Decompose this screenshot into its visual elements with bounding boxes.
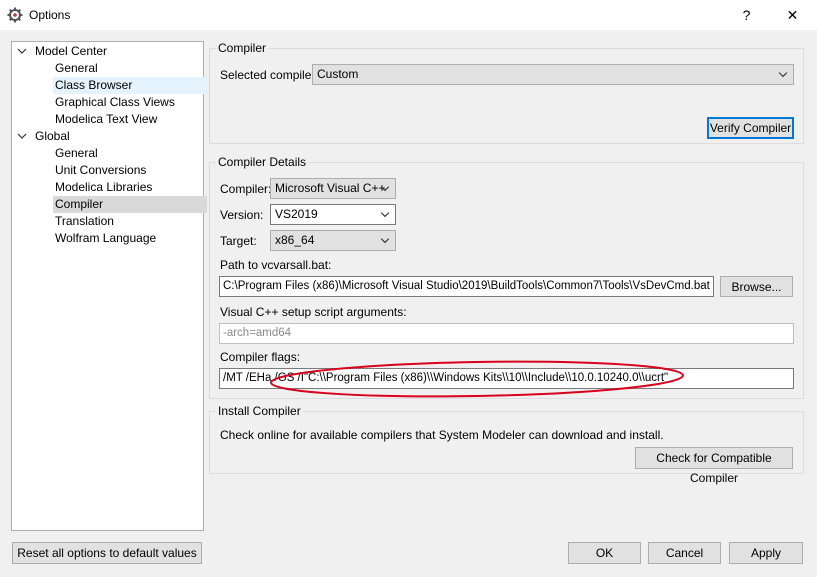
ok-button[interactable]: OK <box>568 542 641 564</box>
tree-item-general[interactable]: General <box>53 60 100 77</box>
tree-item-compiler[interactable]: Compiler <box>53 196 207 213</box>
title-bar <box>0 0 817 30</box>
tree-item-modelica-libraries[interactable]: Modelica Libraries <box>53 179 154 196</box>
selected-compiler-value: Custom <box>317 67 359 81</box>
tree-item-modelica-text-view[interactable]: Modelica Text View <box>53 111 159 128</box>
cancel-button[interactable]: Cancel <box>648 542 721 564</box>
target-select[interactable]: x86_64 <box>270 230 396 251</box>
check-compatible-compiler-button[interactable]: Check for Compatible Compiler <box>635 447 793 485</box>
install-compiler-title: Install Compiler <box>216 404 303 418</box>
browse-button[interactable]: Browse... <box>720 276 793 297</box>
version-select[interactable]: VS2019 <box>270 204 396 225</box>
tree-item-general[interactable]: General <box>53 145 100 162</box>
window-title: Options <box>29 8 71 22</box>
chevron-down-icon[interactable] <box>17 131 27 141</box>
tree-item-translation[interactable]: Translation <box>53 213 116 230</box>
chevron-down-icon <box>380 238 390 244</box>
chevron-down-icon[interactable] <box>17 46 27 56</box>
compiler-group-title: Compiler <box>216 41 269 55</box>
compiler-label: Compiler: <box>220 182 272 196</box>
chevron-down-icon <box>778 72 788 78</box>
target-label: Target: <box>220 234 257 248</box>
version-label: Version: <box>220 208 264 222</box>
help-button[interactable]: ? <box>724 0 769 30</box>
annotation-ellipse <box>270 360 684 398</box>
version-value: VS2019 <box>275 207 318 221</box>
gear-icon <box>7 7 23 23</box>
install-description: Check online for available compilers tha… <box>220 428 664 442</box>
tree-item-unit-conversions[interactable]: Unit Conversions <box>53 162 148 179</box>
apply-button[interactable]: Apply <box>729 542 803 564</box>
tree-item-wolfram-language[interactable]: Wolfram Language <box>53 230 158 247</box>
compiler-select[interactable]: Microsoft Visual C++ <box>270 178 396 199</box>
target-value: x86_64 <box>275 233 315 247</box>
tree-group-global[interactable]: Global <box>33 128 72 145</box>
options-tree: Model Center General Class Browser Graph… <box>11 41 207 531</box>
selected-compiler-select[interactable]: Custom <box>312 64 794 85</box>
chevron-down-icon <box>380 212 390 218</box>
tree-item-graphical-class-views[interactable]: Graphical Class Views <box>53 94 177 111</box>
script-args-label: Visual C++ setup script arguments: <box>220 305 407 319</box>
close-button[interactable]: ✕ <box>770 0 815 30</box>
path-label: Path to vcvarsall.bat: <box>220 258 332 272</box>
tree-group-model-center[interactable]: Model Center <box>33 43 109 60</box>
reset-defaults-button[interactable]: Reset all options to default values <box>12 542 202 564</box>
selected-compiler-label: Selected compiler: <box>220 68 319 82</box>
script-args-input[interactable]: -arch=amd64 <box>219 323 794 344</box>
compiler-value: Microsoft Visual C++ <box>275 181 386 195</box>
tree-item-class-browser[interactable]: Class Browser <box>53 77 207 94</box>
compiler-details-title: Compiler Details <box>216 155 309 169</box>
vcvarsall-path-input[interactable]: C:\Program Files (x86)\Microsoft Visual … <box>219 276 714 297</box>
chevron-down-icon <box>380 186 390 192</box>
verify-compiler-button[interactable]: Verify Compiler <box>707 117 794 139</box>
